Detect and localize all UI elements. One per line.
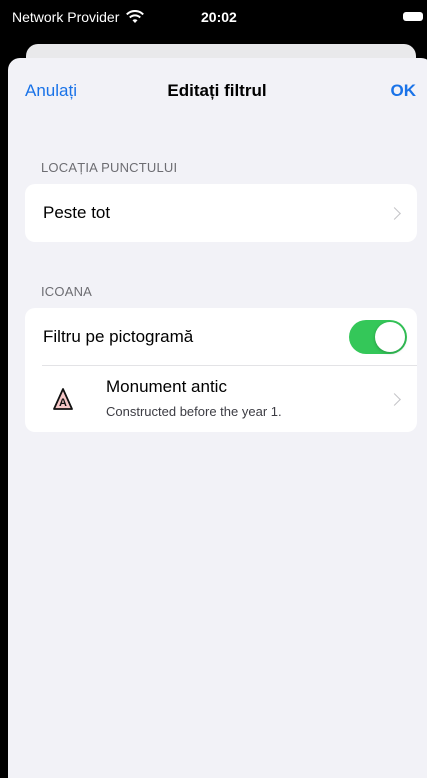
icon-group: Filtru pe pictogramă A Monument antic Co… [25,308,417,432]
monument-antic-icon: A [53,388,73,410]
toggle-knob [375,322,405,352]
icon-letter: A [59,397,67,409]
edit-filter-sheet: Anulați Editați filtrul OK LOCAȚIA PUNCT… [8,58,427,778]
page-title: Editați filtrul [167,81,267,100]
status-bar: Network Provider 20:02 [0,0,427,40]
location-row[interactable]: Peste tot [25,184,417,242]
icon-section-header: ICOANA [41,284,93,299]
icon-filter-row: Filtru pe pictogramă [25,308,417,366]
battery-icon [403,12,423,21]
ok-button[interactable]: OK [391,81,417,101]
location-value: Peste tot [43,203,111,222]
carrier: Network Provider [12,9,145,25]
chevron-right-icon [388,206,401,220]
carrier-name: Network Provider [12,9,120,25]
icon-filter-label: Filtru pe pictogramă [43,327,194,346]
icon-filter-toggle[interactable] [349,320,407,354]
location-section-header: LOCAȚIA PUNCTULUI [41,160,178,175]
clock: 20:02 [201,9,237,25]
location-group: Peste tot [25,184,417,242]
navigation-bar: Anulați Editați filtrul OK [8,58,427,120]
wifi-icon [126,10,145,23]
icon-item-subtitle: Constructed before the year 1. [106,404,282,419]
icon-item-title: Monument antic [106,377,227,396]
icon-item-row[interactable]: A Monument antic Constructed before the … [25,366,417,432]
chevron-right-icon [388,392,401,406]
